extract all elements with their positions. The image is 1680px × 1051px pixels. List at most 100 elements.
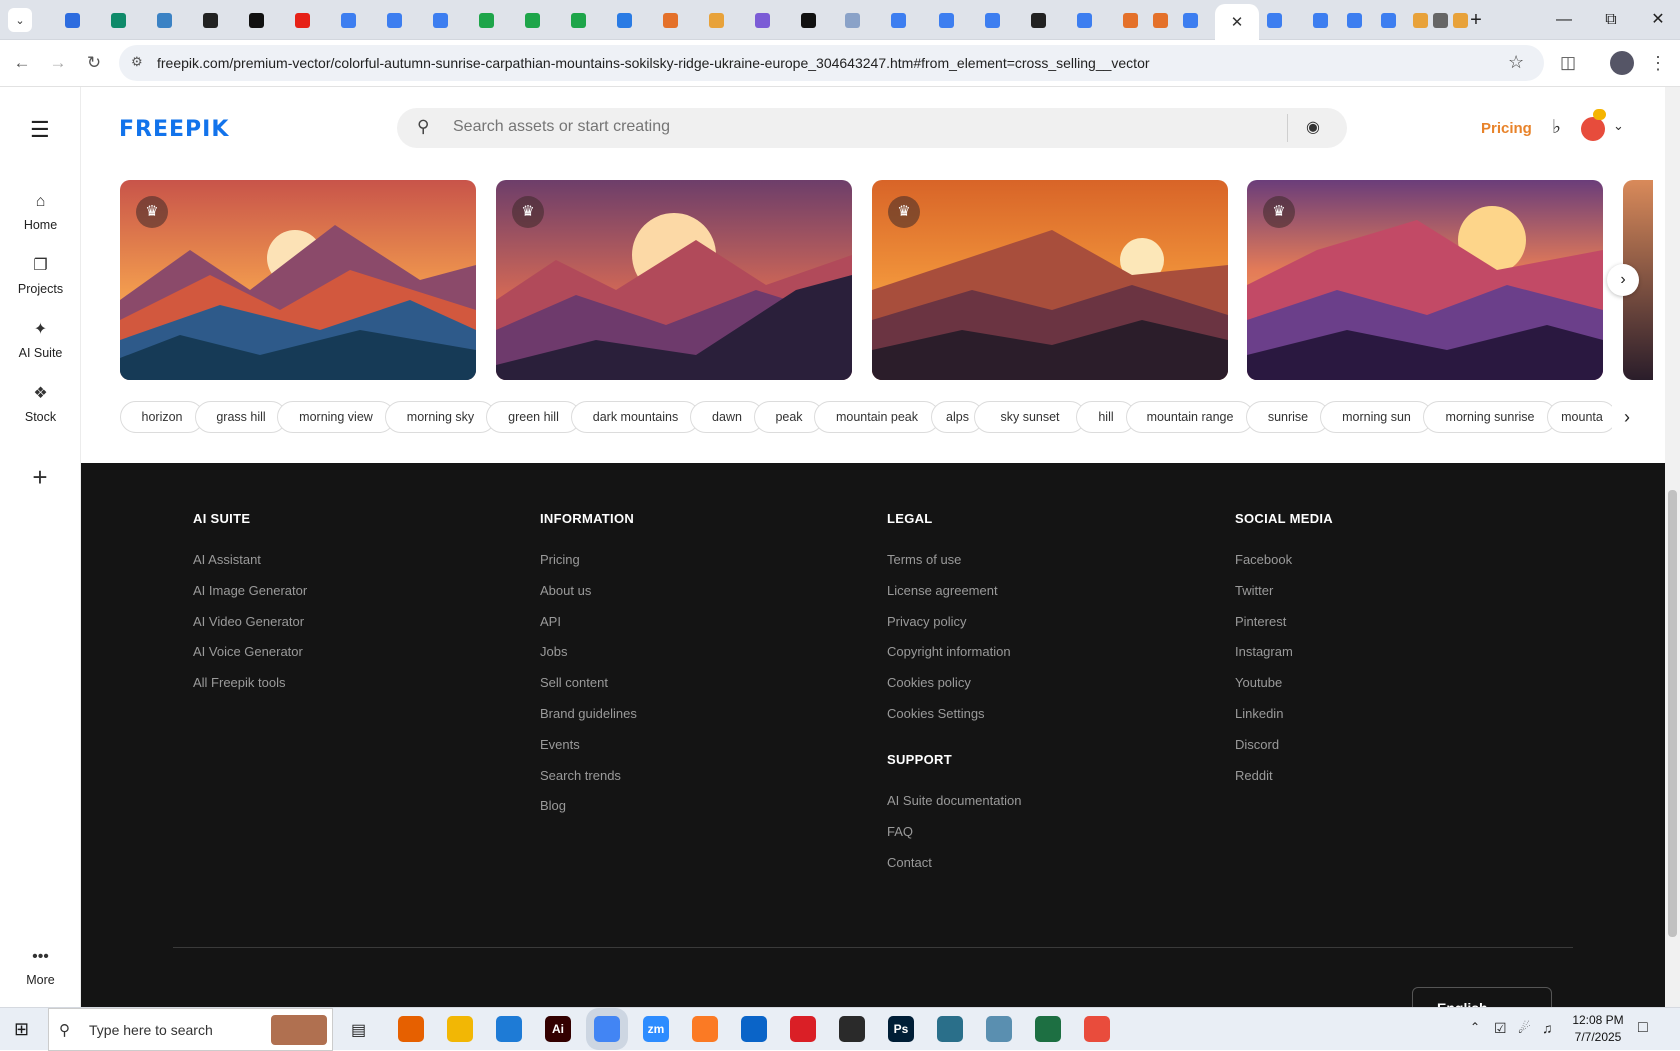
url-text[interactable]: freepik.com/premium-vector/colorful-autu… <box>157 55 1150 71</box>
browser-tab[interactable] <box>106 8 130 32</box>
footer-link[interactable]: Terms of use <box>887 552 961 567</box>
page-scrollbar[interactable] <box>1665 87 1680 1007</box>
footer-link[interactable]: Copyright information <box>887 644 1011 659</box>
browser-menu-icon[interactable]: ⋮ <box>1645 50 1671 76</box>
footer-link[interactable]: License agreement <box>887 583 998 598</box>
footer-link[interactable]: Pricing <box>540 552 580 567</box>
footer-link[interactable]: Youtube <box>1235 675 1282 690</box>
pricing-link[interactable]: Pricing <box>1481 120 1532 137</box>
profile-avatar[interactable] <box>1610 51 1634 75</box>
tag-chip[interactable]: sunrise <box>1246 401 1330 433</box>
tag-chip[interactable]: morning sunrise <box>1423 401 1557 433</box>
footer-link[interactable]: Cookies policy <box>887 675 971 690</box>
footer-link[interactable]: AI Image Generator <box>193 583 307 598</box>
forward-icon[interactable]: → <box>45 50 71 76</box>
taskbar-clock[interactable]: 12:08 PM 7/7/2025 <box>1570 1013 1626 1044</box>
tags-next-arrow-icon[interactable]: › <box>1612 401 1642 433</box>
footer-link[interactable]: Contact <box>887 855 932 870</box>
browser-tab[interactable] <box>428 8 452 32</box>
browser-tab[interactable] <box>840 8 864 32</box>
vscode-icon[interactable] <box>496 1016 522 1042</box>
browser-tab[interactable] <box>566 8 590 32</box>
footer-link[interactable]: AI Video Generator <box>193 614 304 629</box>
firefox-icon[interactable] <box>398 1016 424 1042</box>
footer-link[interactable]: Pinterest <box>1235 614 1286 629</box>
site-info-icon[interactable]: ⚙ <box>131 54 143 70</box>
browser-tab[interactable] <box>1178 8 1202 32</box>
tag-chip[interactable]: morning sky <box>385 401 496 433</box>
footer-link[interactable]: FAQ <box>887 824 913 839</box>
nav-stock[interactable]: ❖ Stock <box>0 384 81 424</box>
tab-search-button[interactable]: ⌄ <box>8 8 32 32</box>
network-icon[interactable]: ☑ <box>1494 1020 1507 1037</box>
address-bar[interactable]: ⚙ freepik.com/premium-vector/colorful-au… <box>119 45 1544 81</box>
tag-chip[interactable]: mountain peak <box>814 401 940 433</box>
footer-link[interactable]: API <box>540 614 561 629</box>
tag-chip[interactable]: horizon <box>120 401 204 433</box>
footer-link[interactable]: Privacy policy <box>887 614 966 629</box>
related-image-card[interactable]: ♛ <box>1247 180 1603 380</box>
tag-chip[interactable]: sky sunset <box>974 401 1086 433</box>
browser-tab[interactable] <box>520 8 544 32</box>
windows-start-icon[interactable]: ⊞ <box>14 1019 29 1040</box>
browser-tab[interactable] <box>244 8 268 32</box>
nav-home[interactable]: ⌂ Home <box>0 192 81 232</box>
browser-tab[interactable] <box>1376 8 1400 32</box>
illustrator-icon[interactable]: Ai <box>545 1016 571 1042</box>
notes-icon[interactable] <box>986 1016 1012 1042</box>
footer-link[interactable]: Instagram <box>1235 644 1293 659</box>
browser-tab[interactable] <box>750 8 774 32</box>
footer-link[interactable]: AI Assistant <box>193 552 261 567</box>
tag-chip[interactable]: mountain range <box>1126 401 1254 433</box>
browser-tab[interactable] <box>1026 8 1050 32</box>
search-bar[interactable]: ⚲ ◉ <box>397 108 1347 148</box>
task-view-icon[interactable]: ▤ <box>351 1020 366 1040</box>
browser-tab[interactable] <box>1148 8 1172 32</box>
file-explorer-icon[interactable] <box>447 1016 473 1042</box>
browser-tab[interactable] <box>1342 8 1366 32</box>
tag-chip[interactable]: morning sun <box>1320 401 1433 433</box>
tag-chip[interactable]: dark mountains <box>571 401 700 433</box>
notifications-bell-icon[interactable]: ♭ <box>1552 116 1561 139</box>
footer-link[interactable]: Linkedin <box>1235 706 1283 721</box>
taskbar-search-box[interactable]: ⚲ Type here to search <box>48 1008 333 1051</box>
browser-tab[interactable] <box>658 8 682 32</box>
browser-tab[interactable] <box>198 8 222 32</box>
minimize-button[interactable]: — <box>1550 8 1578 32</box>
browser-tab[interactable] <box>290 8 314 32</box>
browser-tab[interactable] <box>980 8 1004 32</box>
browser-tab[interactable] <box>704 8 728 32</box>
pen-tool-icon[interactable] <box>839 1016 865 1042</box>
related-image-card[interactable]: ♛ <box>872 180 1228 380</box>
footer-link[interactable]: Cookies Settings <box>887 706 985 721</box>
footer-link[interactable]: Search trends <box>540 768 621 783</box>
new-tab-button[interactable]: + <box>1462 8 1490 32</box>
footer-link[interactable]: Facebook <box>1235 552 1292 567</box>
browser-tab[interactable] <box>1118 8 1142 32</box>
footer-link[interactable]: Jobs <box>540 644 567 659</box>
browser-tab[interactable] <box>152 8 176 32</box>
footer-link[interactable]: All Freepik tools <box>193 675 285 690</box>
user-avatar[interactable] <box>1581 117 1605 141</box>
app-icon[interactable] <box>1084 1016 1110 1042</box>
browser-tab[interactable] <box>382 8 406 32</box>
hamburger-menu-icon[interactable]: ☰ <box>30 117 50 143</box>
footer-link[interactable]: About us <box>540 583 591 598</box>
scrollbar-thumb[interactable] <box>1668 490 1677 937</box>
tag-chip[interactable]: mounta <box>1547 401 1617 433</box>
browser-tab[interactable] <box>474 8 498 32</box>
footer-link[interactable]: Sell content <box>540 675 608 690</box>
account-chevron-down-icon[interactable]: ⌄ <box>1613 118 1624 134</box>
browser-tab[interactable] <box>1262 8 1286 32</box>
tag-chip[interactable]: morning view <box>277 401 395 433</box>
nav-more[interactable]: ••• More <box>0 947 81 987</box>
creative-cloud-icon[interactable] <box>790 1016 816 1042</box>
tag-chip[interactable]: dawn <box>690 401 764 433</box>
photoshop-icon[interactable]: Ps <box>888 1016 914 1042</box>
restore-button[interactable]: ⧉ <box>1597 8 1625 32</box>
footer-link[interactable]: AI Voice Generator <box>193 644 303 659</box>
browser-tab[interactable] <box>1072 8 1096 32</box>
volume-icon[interactable]: ♫ <box>1542 1020 1553 1036</box>
chrome-icon[interactable] <box>594 1016 620 1042</box>
footer-link[interactable]: Twitter <box>1235 583 1273 598</box>
